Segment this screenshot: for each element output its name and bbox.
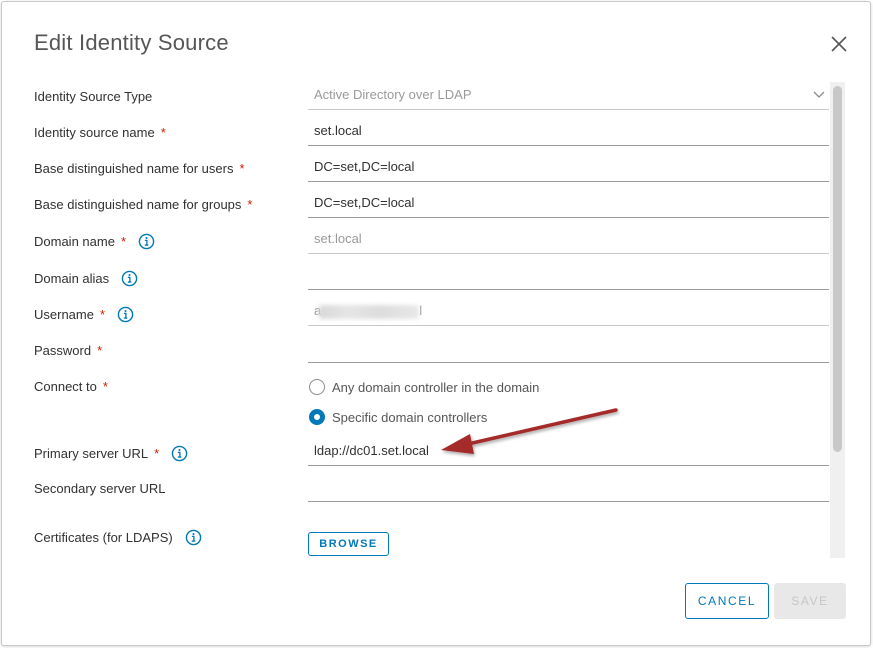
- cancel-button[interactable]: CANCEL: [685, 583, 769, 619]
- identity-source-name-label: Identity source name *: [34, 125, 166, 140]
- form-scrollbar[interactable]: [830, 82, 845, 558]
- username-input[interactable]: a l: [308, 300, 829, 326]
- domain-alias-label: Domain alias: [34, 270, 138, 287]
- domain-alias-input[interactable]: [308, 264, 829, 290]
- base-dn-users-input[interactable]: DC=set,DC=local: [308, 156, 829, 182]
- identity-source-type-select[interactable]: Active Directory over LDAP: [308, 84, 829, 110]
- scrollbar-thumb[interactable]: [833, 86, 842, 452]
- info-icon[interactable]: [138, 233, 155, 250]
- base-dn-groups-label: Base distinguished name for groups *: [34, 197, 253, 212]
- secondary-server-url-label: Secondary server URL: [34, 481, 166, 496]
- base-dn-users-label: Base distinguished name for users *: [34, 161, 245, 176]
- radio-any-domain-controller[interactable]: Any domain controller in the domain: [309, 379, 539, 395]
- primary-server-url-label: Primary server URL *: [34, 445, 188, 462]
- password-label: Password *: [34, 343, 103, 358]
- browse-button[interactable]: BROWSE: [308, 532, 389, 556]
- info-icon[interactable]: [117, 306, 134, 323]
- password-input[interactable]: [308, 337, 829, 363]
- identity-source-type-label: Identity Source Type: [34, 89, 153, 104]
- chevron-down-icon: [813, 91, 825, 98]
- domain-name-input: set.local: [308, 228, 829, 254]
- secondary-server-url-input[interactable]: [308, 476, 829, 502]
- certificates-label: Certificates (for LDAPS): [34, 529, 202, 546]
- radio-button-unchecked[interactable]: [309, 379, 325, 395]
- radio-button-checked[interactable]: [309, 409, 325, 425]
- info-icon[interactable]: [171, 445, 188, 462]
- username-label: Username *: [34, 306, 134, 323]
- edit-identity-source-dialog: Edit Identity Source Identity Source Typ…: [1, 1, 871, 646]
- form-content: Identity Source Type Active Directory ov…: [2, 2, 872, 562]
- base-dn-groups-input[interactable]: DC=set,DC=local: [308, 192, 829, 218]
- blurred-username: [319, 305, 420, 319]
- identity-source-name-input[interactable]: set.local: [308, 120, 829, 146]
- radio-specific-domain-controllers[interactable]: Specific domain controllers: [309, 409, 487, 425]
- info-icon[interactable]: [121, 270, 138, 287]
- domain-name-label: Domain name *: [34, 233, 155, 250]
- username-value-end: l: [419, 303, 423, 318]
- connect-to-label: Connect to *: [34, 379, 108, 394]
- save-button: SAVE: [774, 583, 846, 619]
- info-icon[interactable]: [185, 529, 202, 546]
- primary-server-url-input[interactable]: ldap://dc01.set.local: [308, 440, 829, 466]
